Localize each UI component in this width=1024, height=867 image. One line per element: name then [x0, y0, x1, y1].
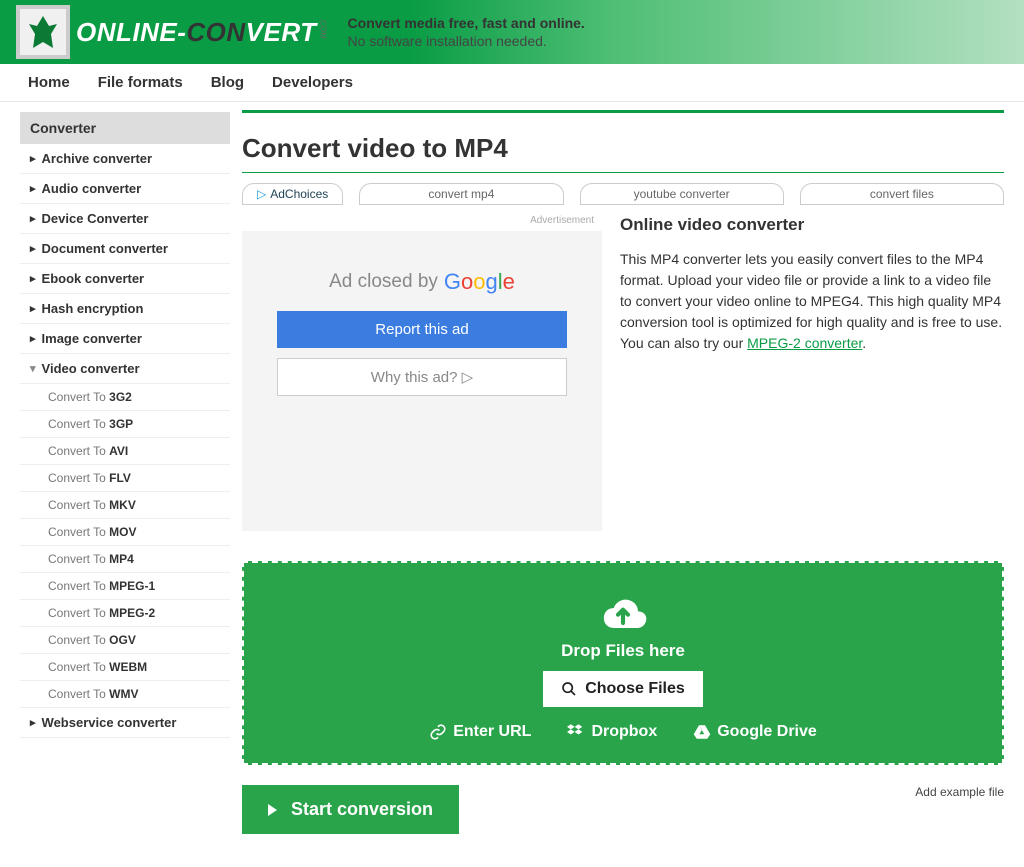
ad-closed-prefix: Ad closed by: [329, 271, 438, 293]
nav-file-formats[interactable]: File formats: [98, 74, 183, 91]
source-row: Enter URL Dropbox Google Drive: [429, 723, 817, 741]
cloud-upload-icon: [595, 593, 651, 633]
dropbox-label: Dropbox: [591, 723, 657, 741]
site-header: ONLINE-CONVERT .COM Convert media free, …: [0, 0, 1024, 64]
sidebar-category[interactable]: Hash encryption: [20, 294, 230, 324]
sidebar-category[interactable]: Webservice converter: [20, 708, 230, 738]
description-text: This MP4 converter lets you easily conve…: [620, 249, 1004, 354]
description-column: Online video converter This MP4 converte…: [620, 215, 1004, 531]
logo-word-2: CON: [186, 17, 245, 47]
tagline: Convert media free, fast and online. No …: [348, 14, 585, 50]
dropbox-option[interactable]: Dropbox: [567, 723, 657, 741]
adchoices-icon: ▷: [257, 187, 266, 201]
sidebar-subitem[interactable]: Convert To AVI: [20, 438, 230, 465]
sidebar-subitem[interactable]: Convert To 3G2: [20, 384, 230, 411]
sidebar-category[interactable]: Device Converter: [20, 204, 230, 234]
ad-label: Advertisement: [530, 215, 594, 226]
why-this-ad-button[interactable]: Why this ad? ▷: [277, 358, 567, 396]
nav-blog[interactable]: Blog: [211, 74, 244, 91]
dropbox-icon: [567, 723, 585, 741]
sidebar-category[interactable]: Archive converter: [20, 144, 230, 174]
main-content: Convert video to MP4 ▷ AdChoices convert…: [242, 110, 1004, 834]
sidebar-subitem[interactable]: Convert To MKV: [20, 492, 230, 519]
choose-files-label: Choose Files: [585, 680, 685, 698]
sidebar-category[interactable]: Video converter: [20, 354, 230, 384]
link-icon: [429, 723, 447, 741]
add-example-file-link[interactable]: Add example file: [915, 785, 1004, 799]
start-conversion-button[interactable]: Start conversion: [242, 785, 459, 834]
sidebar-category[interactable]: Ebook converter: [20, 264, 230, 294]
top-nav: Home File formats Blog Developers: [0, 64, 1024, 102]
ad-closed-text: Ad closed by Google: [329, 269, 515, 295]
google-drive-icon: [693, 723, 711, 741]
choose-files-button[interactable]: Choose Files: [543, 671, 703, 707]
file-dropzone[interactable]: Drop Files here Choose Files Enter URL D…: [242, 561, 1004, 765]
mpeg2-converter-link[interactable]: MPEG-2 converter: [747, 335, 862, 351]
enter-url-label: Enter URL: [453, 723, 531, 741]
google-drive-label: Google Drive: [717, 723, 817, 741]
start-conversion-label: Start conversion: [291, 799, 433, 820]
google-drive-option[interactable]: Google Drive: [693, 723, 817, 741]
report-ad-button[interactable]: Report this ad: [277, 311, 567, 348]
adlink-1[interactable]: convert mp4: [359, 183, 563, 205]
logo-suffix: .COM: [319, 18, 328, 39]
adlink-3[interactable]: convert files: [800, 183, 1004, 205]
sidebar-subitem[interactable]: Convert To FLV: [20, 465, 230, 492]
logo-icon: [16, 5, 70, 59]
description-after-link: .: [862, 335, 866, 351]
nav-developers[interactable]: Developers: [272, 74, 353, 91]
sidebar-subitem[interactable]: Convert To OGV: [20, 627, 230, 654]
description-heading: Online video converter: [620, 215, 1004, 235]
sidebar-header: Converter: [20, 112, 230, 144]
sidebar: Converter Archive converterAudio convert…: [20, 112, 230, 834]
logo-word-1: ONLINE-: [76, 17, 186, 47]
ad-box: Advertisement Ad closed by Google Report…: [242, 231, 602, 531]
sidebar-category[interactable]: Audio converter: [20, 174, 230, 204]
adchoices-link[interactable]: ▷ AdChoices: [242, 183, 343, 205]
logo-word-3: VERT: [246, 17, 317, 47]
sidebar-subitem[interactable]: Convert To MOV: [20, 519, 230, 546]
tagline-sub: No software installation needed.: [348, 33, 547, 49]
adlinks-row: ▷ AdChoices convert mp4 youtube converte…: [242, 183, 1004, 205]
sidebar-subitem[interactable]: Convert To WEBM: [20, 654, 230, 681]
drop-label: Drop Files here: [561, 641, 685, 661]
search-icon: [561, 681, 577, 697]
sidebar-subitem[interactable]: Convert To 3GP: [20, 411, 230, 438]
google-logo-text: Google: [444, 269, 515, 295]
sidebar-subitem[interactable]: Convert To MPEG-1: [20, 573, 230, 600]
tagline-bold: Convert media free, fast and online.: [348, 15, 585, 31]
sidebar-category[interactable]: Image converter: [20, 324, 230, 354]
sidebar-subitem[interactable]: Convert To WMV: [20, 681, 230, 708]
adlink-2[interactable]: youtube converter: [580, 183, 784, 205]
enter-url-option[interactable]: Enter URL: [429, 723, 531, 741]
adchoices-label: AdChoices: [270, 187, 328, 201]
sidebar-category[interactable]: Document converter: [20, 234, 230, 264]
logo-text: ONLINE-CONVERT: [76, 17, 317, 48]
sidebar-subitem[interactable]: Convert To MP4: [20, 546, 230, 573]
page-title: Convert video to MP4: [242, 133, 1004, 173]
sidebar-subitem[interactable]: Convert To MPEG-2: [20, 600, 230, 627]
nav-home[interactable]: Home: [28, 74, 70, 91]
